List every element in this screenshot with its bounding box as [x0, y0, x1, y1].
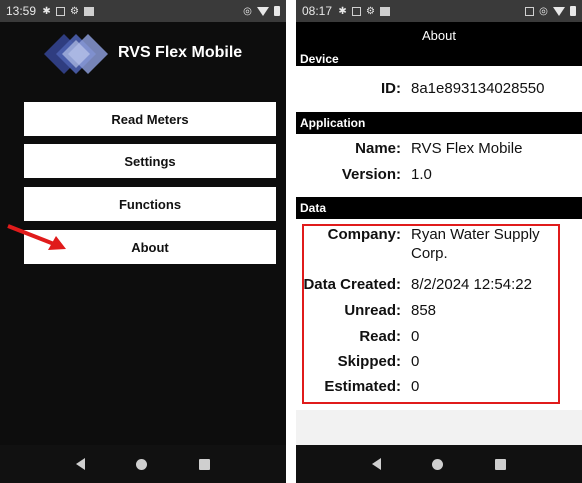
settings-button[interactable]: Settings — [24, 144, 276, 178]
section-data: Data — [296, 197, 582, 219]
status-time: 13:59 — [6, 4, 37, 18]
logo-icon — [44, 34, 108, 74]
device-id-value: 8a1e893134028550 — [411, 80, 545, 97]
page-title: About — [422, 28, 456, 43]
sim-icon — [352, 6, 362, 16]
app-title: RVS Flex Mobile — [118, 44, 243, 61]
section-label-device: Device — [300, 52, 339, 66]
gear-icon: ✱ — [338, 5, 347, 17]
about-screen: 08:17 ✱ ⚙ ◎ About Device ID: 8a1e8931340… — [296, 0, 582, 483]
section-label-application: Application — [300, 116, 366, 130]
wifi-icon — [553, 6, 565, 16]
wifi-icon — [257, 6, 269, 16]
highlight-box — [302, 224, 560, 404]
empty-footer-area — [296, 410, 582, 445]
functions-button[interactable]: Functions — [24, 187, 276, 221]
home-icon[interactable] — [136, 458, 148, 470]
battery-icon — [274, 6, 280, 16]
device-id-label: ID: — [381, 80, 401, 97]
app-version-label: Version: — [341, 166, 401, 183]
navigation-bar — [0, 445, 286, 483]
settings-icon: ⚙ — [366, 5, 376, 17]
sim-icon — [56, 6, 66, 16]
recent-apps-icon[interactable] — [199, 458, 211, 470]
status-bar: 13:59 ✱ ⚙ ◎ — [0, 0, 286, 22]
section-application: Application — [296, 112, 582, 134]
app-header: RVS Flex Mobile — [0, 30, 286, 80]
section-label-data: Data — [300, 201, 327, 215]
status-time: 08:17 — [302, 4, 333, 18]
app-name-label: Name: — [355, 140, 401, 157]
notification-icon — [380, 6, 391, 16]
gear-icon: ✱ — [42, 5, 51, 17]
status-bar: 08:17 ✱ ⚙ ◎ — [296, 0, 582, 22]
navigation-bar — [296, 445, 582, 483]
notification-icon — [84, 6, 95, 16]
keyboard-icon — [525, 6, 534, 16]
main-menu-screen: 13:59 ✱ ⚙ ◎ RVS Flex Mobile Read Meters … — [0, 0, 286, 483]
battery-icon — [570, 6, 576, 16]
recent-apps-icon[interactable] — [495, 458, 507, 470]
app-name-value: RVS Flex Mobile — [411, 140, 523, 157]
back-icon[interactable] — [75, 458, 85, 470]
home-icon[interactable] — [432, 458, 444, 470]
back-icon[interactable] — [371, 458, 381, 470]
app-version-value: 1.0 — [411, 166, 432, 183]
read-meters-button[interactable]: Read Meters — [24, 102, 276, 136]
location-icon: ◎ — [539, 5, 548, 17]
location-icon: ◎ — [243, 5, 252, 17]
page-header: About Device — [296, 22, 582, 66]
settings-icon: ⚙ — [70, 5, 80, 17]
annotation-arrow-icon — [7, 224, 66, 250]
